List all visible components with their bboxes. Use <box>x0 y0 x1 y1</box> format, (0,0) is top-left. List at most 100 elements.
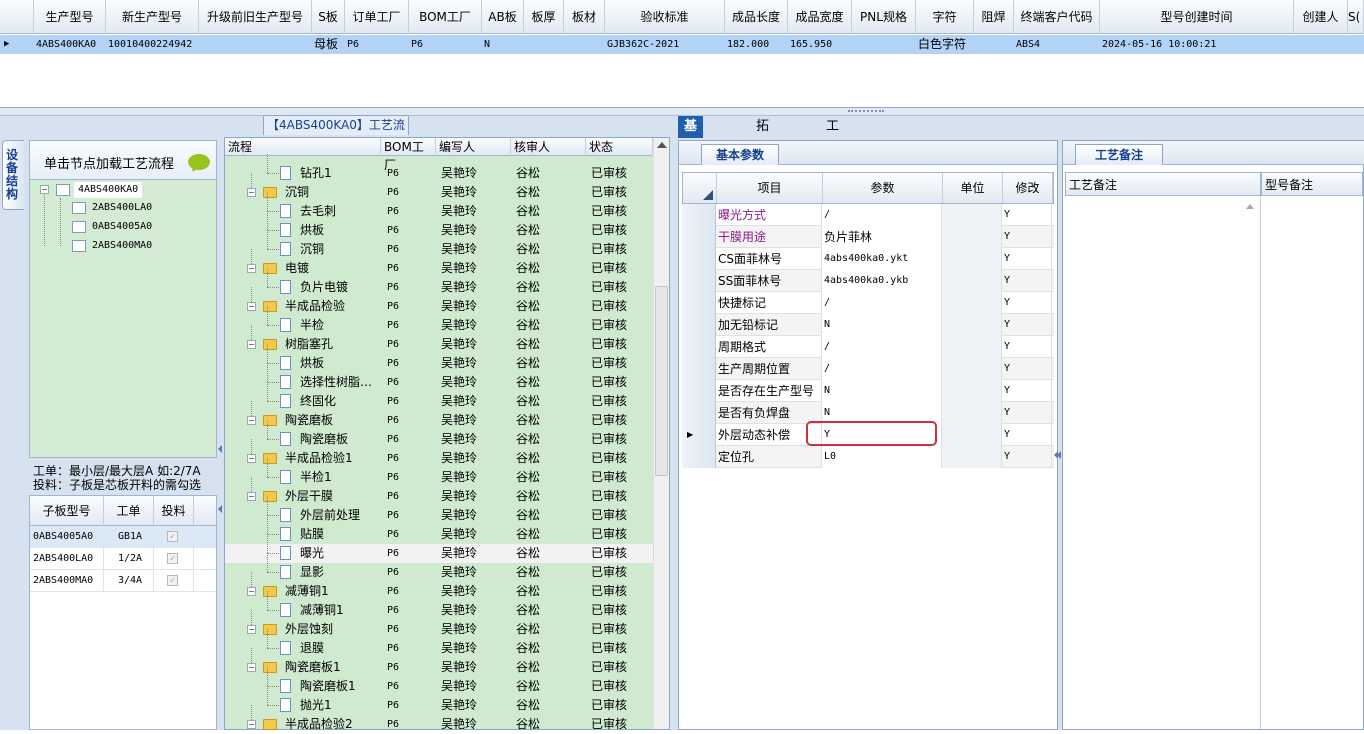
col-sub-model[interactable]: 子板型号 <box>30 496 104 526</box>
param-edit[interactable]: Y <box>1002 248 1052 270</box>
process-row[interactable]: 贴膜 P6 吴艳玲 谷松 已审核 <box>225 515 653 544</box>
process-row[interactable]: 钻孔1 P6 吴艳玲 谷松 已审核 <box>225 154 653 183</box>
collapse-icon[interactable]: − <box>247 625 256 634</box>
param-row[interactable]: 干膜用途 负片菲林 Y <box>682 226 1054 248</box>
process-row[interactable]: − 减薄铜1 P6 吴艳玲 谷松 已审核 <box>225 572 653 601</box>
collapse-icon[interactable]: − <box>247 188 256 197</box>
param-row[interactable]: SS面菲林号 4abs400ka0.ykb Y <box>682 270 1054 292</box>
col-flow[interactable]: 流程 <box>225 138 381 156</box>
param-unit[interactable] <box>942 270 1002 292</box>
process-row[interactable]: 外层前处理 P6 吴艳玲 谷松 已审核 <box>225 496 653 525</box>
col-writer[interactable]: 编写人 <box>436 138 511 156</box>
col-material[interactable]: 板材 <box>564 0 605 34</box>
param-value[interactable]: N <box>822 314 942 336</box>
process-row[interactable]: 显影 P6 吴艳玲 谷松 已审核 <box>225 553 653 582</box>
collapse-icon[interactable]: − <box>247 492 256 501</box>
cell-material[interactable] <box>564 35 605 54</box>
col-order[interactable]: 工单 <box>104 496 154 526</box>
process-row[interactable]: 负片电镀 P6 吴艳玲 谷松 已审核 <box>225 268 653 297</box>
param-row[interactable]: 定位孔 L0 Y <box>682 446 1054 468</box>
tree-node-child[interactable]: 2ABS400MA0 <box>92 238 152 254</box>
cell-customer[interactable]: ABS4 <box>1014 35 1100 54</box>
param-row[interactable]: 快捷标记 / Y <box>682 292 1054 314</box>
collapse-icon[interactable]: − <box>247 663 256 672</box>
process-row[interactable]: 曝光 P6 吴艳玲 谷松 已审核 <box>225 534 653 563</box>
col-order-factory[interactable]: 订单工厂 <box>345 0 409 34</box>
param-value[interactable]: / <box>822 358 942 380</box>
process-row[interactable]: 抛光1 P6 吴艳玲 谷松 已审核 <box>225 686 653 715</box>
cell-width[interactable]: 165.950 <box>788 35 852 54</box>
cell-ab-board[interactable]: N <box>482 35 524 54</box>
row-header[interactable] <box>682 446 716 468</box>
param-unit[interactable] <box>942 358 1002 380</box>
cell-order[interactable]: 1/2A <box>104 548 154 570</box>
param-edit[interactable]: Y <box>1002 204 1052 226</box>
process-row[interactable]: − 沉铜 P6 吴艳玲 谷松 已审核 <box>225 173 653 202</box>
cell-prod-model[interactable]: 4ABS400KA0 <box>34 35 106 54</box>
col-param[interactable]: 参数 <box>823 173 943 203</box>
param-value[interactable]: / <box>822 336 942 358</box>
col-width[interactable]: 成品宽度 <box>788 0 852 34</box>
cell-created-time[interactable]: 2024-05-16 10:00:21 <box>1100 35 1294 54</box>
param-edit[interactable]: Y <box>1002 380 1052 402</box>
tree-node-child[interactable]: 2ABS400LA0 <box>92 200 152 216</box>
process-row[interactable]: 沉铜 P6 吴艳玲 谷松 已审核 <box>225 230 653 259</box>
table-row[interactable]: 2ABS400LA0 1/2A ✓ <box>30 548 216 570</box>
param-unit[interactable] <box>942 248 1002 270</box>
collapse-arrow-icon[interactable] <box>1057 451 1061 459</box>
col-reviewer[interactable]: 核审人 <box>511 138 586 156</box>
row-header[interactable] <box>682 248 716 270</box>
cell-length[interactable]: 182.000 <box>725 35 788 54</box>
param-edit[interactable]: Y <box>1002 292 1052 314</box>
col-bom-factory[interactable]: BOM工厂 <box>381 138 436 172</box>
param-edit[interactable]: Y <box>1002 402 1052 424</box>
col-pnl[interactable]: PNL规格 <box>852 0 916 34</box>
param-edit[interactable]: Y <box>1002 226 1052 248</box>
process-row[interactable]: − 外层蚀刻 P6 吴艳玲 谷松 已审核 <box>225 610 653 639</box>
col-created-time[interactable]: 型号创建时间 <box>1100 0 1294 34</box>
cell-s-board[interactable]: 母板 <box>312 35 345 54</box>
collapse-icon[interactable]: − <box>247 416 256 425</box>
collapse-icon[interactable]: − <box>247 587 256 596</box>
col-new-model[interactable]: 新生产型号 <box>106 0 199 34</box>
param-unit[interactable] <box>942 402 1002 424</box>
process-row[interactable]: 陶瓷磨板 P6 吴艳玲 谷松 已审核 <box>225 420 653 449</box>
col-solder[interactable]: 阻焊 <box>974 0 1014 34</box>
col-customer[interactable]: 终端客户代码 <box>1014 0 1100 34</box>
process-row[interactable]: − 树脂塞孔 P6 吴艳玲 谷松 已审核 <box>225 325 653 354</box>
col-old-model[interactable]: 升级前旧生产型号 <box>199 0 312 34</box>
process-scrollbar[interactable] <box>653 138 669 729</box>
process-row[interactable]: 陶瓷磨板1 P6 吴艳玲 谷松 已审核 <box>225 667 653 696</box>
col-status[interactable]: 状态 <box>586 138 653 156</box>
process-row[interactable]: 去毛刺 P6 吴艳玲 谷松 已审核 <box>225 192 653 221</box>
tab-extended-info[interactable]: 拓展信息 <box>750 116 775 200</box>
feed-checkbox[interactable]: ✓ <box>167 553 178 564</box>
col-bom-factory[interactable]: BOM工厂 <box>409 0 482 34</box>
param-row[interactable]: 曝光方式 / Y <box>682 204 1054 226</box>
param-value[interactable]: / <box>822 292 942 314</box>
cell-old-model[interactable] <box>199 35 312 54</box>
param-unit[interactable] <box>942 292 1002 314</box>
cell-sub-model[interactable]: 0ABS4005A0 <box>30 526 104 548</box>
process-row[interactable]: 烘板 P6 吴艳玲 谷松 已审核 <box>225 211 653 240</box>
col-thickness[interactable]: 板厚 <box>524 0 564 34</box>
cell-pnl[interactable] <box>852 35 916 54</box>
cell-order-factory[interactable]: P6 <box>345 35 409 54</box>
param-edit[interactable]: Y <box>1002 336 1052 358</box>
col-standard[interactable]: 验收标准 <box>605 0 725 34</box>
collapse-icon[interactable]: − <box>247 302 256 311</box>
col-prod-model[interactable]: 生产型号 <box>34 0 106 34</box>
row-header[interactable] <box>682 358 716 380</box>
collapse-icon[interactable]: − <box>247 454 256 463</box>
process-row[interactable]: 烘板 P6 吴艳玲 谷松 已审核 <box>225 344 653 373</box>
splitter-grip-icon[interactable] <box>848 110 884 114</box>
table-row[interactable]: ▶ 4ABS400KA0 10010400224942 母板 P6 P6 N G… <box>0 35 1364 54</box>
cell-sub-model[interactable]: 2ABS400LA0 <box>30 548 104 570</box>
col-char[interactable]: 字符 <box>916 0 974 34</box>
col-ab-board[interactable]: AB板 <box>482 0 524 34</box>
row-header[interactable] <box>682 204 716 226</box>
tab-basic-info[interactable]: 基本信息 <box>678 116 704 200</box>
cell-order[interactable]: GB1A <box>104 526 154 548</box>
process-row[interactable]: 半检1 P6 吴艳玲 谷松 已审核 <box>225 458 653 487</box>
scroll-thumb[interactable] <box>655 286 668 476</box>
